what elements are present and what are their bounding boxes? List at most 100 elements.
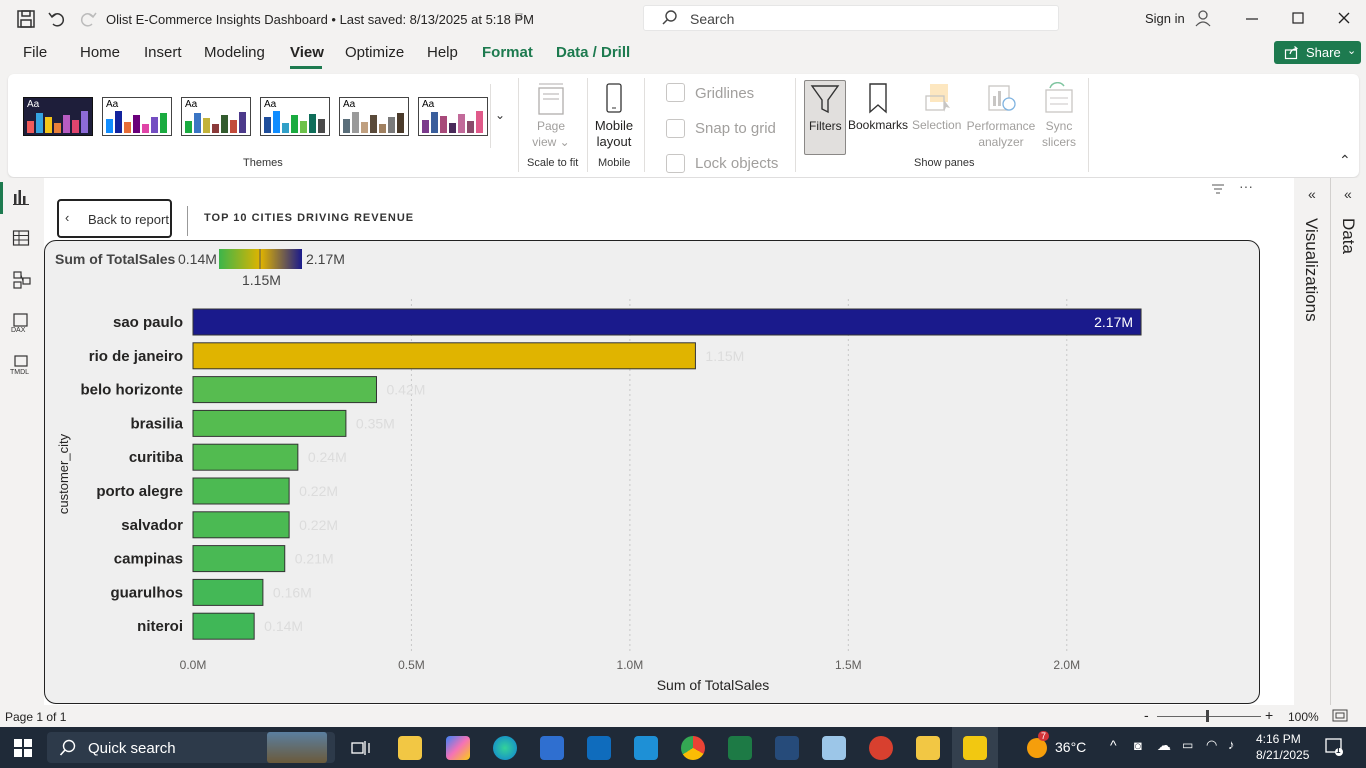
folder-app-icon[interactable] xyxy=(916,736,940,760)
zoom-slider-thumb[interactable] xyxy=(1206,710,1209,722)
excel-icon[interactable] xyxy=(728,736,752,760)
volume-icon[interactable]: ♪ xyxy=(1228,737,1235,752)
notepad-icon[interactable] xyxy=(822,736,846,760)
back-to-report-button[interactable]: ‹ Back to report xyxy=(57,199,172,238)
data-pane-tab[interactable]: Data xyxy=(1338,218,1358,254)
table-view-icon[interactable] xyxy=(12,229,30,247)
sync-slicers-button[interactable]: Sync slicers xyxy=(1036,80,1082,155)
clock-time[interactable]: 4:16 PM xyxy=(1256,732,1301,746)
data-label: 0.16M xyxy=(273,584,312,600)
close-icon[interactable] xyxy=(1336,10,1352,26)
filter-icon[interactable] xyxy=(1211,183,1225,195)
menu-file[interactable]: File xyxy=(23,44,47,61)
task-view-icon[interactable] xyxy=(351,739,371,757)
divider xyxy=(1088,78,1089,172)
chrome-icon[interactable] xyxy=(681,736,705,760)
dax-query-icon[interactable]: DAX xyxy=(10,312,32,334)
page-view-label: Page view xyxy=(532,119,566,149)
undo-icon[interactable] xyxy=(47,9,67,29)
search-icon xyxy=(59,739,76,756)
menu-optimize[interactable]: Optimize xyxy=(345,44,404,61)
zoom-slider[interactable] xyxy=(1157,716,1261,717)
show-panes-label: Show panes xyxy=(914,157,975,169)
maximize-icon[interactable] xyxy=(1290,10,1306,26)
page-view-button[interactable]: Page view ⌄ xyxy=(526,118,576,150)
menu-insert[interactable]: Insert xyxy=(144,44,182,61)
minimize-icon[interactable] xyxy=(1244,10,1260,26)
k-app-icon[interactable] xyxy=(634,736,658,760)
meet-now-icon[interactable]: ◙ xyxy=(1134,738,1142,753)
battery-icon[interactable]: ▭ xyxy=(1182,738,1193,752)
clock-date[interactable]: 8/21/2025 xyxy=(1256,748,1309,762)
zoom-level[interactable]: 100% xyxy=(1288,710,1319,724)
store-icon[interactable] xyxy=(540,736,564,760)
report-view-icon[interactable] xyxy=(12,188,30,206)
more-options-icon[interactable]: ··· xyxy=(1239,178,1253,194)
themes-more-button[interactable]: ⌄ xyxy=(490,84,508,148)
power-bi-icon[interactable] xyxy=(963,736,987,760)
chevron-up-icon[interactable]: ^ xyxy=(1110,737,1117,753)
lock-objects-checkbox[interactable] xyxy=(666,154,685,173)
menu-data-drill[interactable]: Data / Drill xyxy=(556,44,630,61)
bookmarks-button[interactable]: Bookmarks xyxy=(848,80,910,155)
divider xyxy=(644,78,645,172)
windows-start-icon[interactable] xyxy=(14,739,32,757)
bar-chart-visual[interactable]: Sum of TotalSales 0.14M 2.17M 1.15M 0.0M 0.5M… xyxy=(44,240,1260,704)
weather-icon[interactable] xyxy=(1027,738,1047,758)
edge-icon[interactable] xyxy=(493,736,517,760)
tmdl-view-icon[interactable]: TMDL xyxy=(9,354,33,376)
taskbar-search[interactable]: Quick search xyxy=(47,732,335,763)
chevron-down-icon[interactable]: ▽ xyxy=(515,12,523,23)
bar xyxy=(192,511,290,539)
file-explorer-icon[interactable] xyxy=(398,736,422,760)
share-button[interactable]: Share ⌄ xyxy=(1274,41,1361,64)
zoom-in-button[interactable]: + xyxy=(1265,707,1273,723)
title-bar: Olist E-Commerce Insights Dashboard • La… xyxy=(0,0,1366,38)
theme-swatch[interactable]: Aa xyxy=(181,97,251,136)
zoom-out-button[interactable]: - xyxy=(1144,707,1149,723)
gridlines-checkbox[interactable] xyxy=(666,83,685,102)
selection-button[interactable]: Selection xyxy=(910,80,966,155)
theme-swatch[interactable]: Aa xyxy=(102,97,172,136)
svg-text:DAX: DAX xyxy=(11,327,26,334)
save-icon[interactable] xyxy=(16,9,36,29)
search-icon xyxy=(662,10,677,25)
divider xyxy=(1330,178,1331,705)
theme-swatch[interactable]: Aa xyxy=(339,97,409,136)
search-input[interactable]: Search xyxy=(643,5,1059,31)
performance-analyzer-button[interactable]: Performance analyzer xyxy=(966,80,1036,155)
menu-help[interactable]: Help xyxy=(427,44,458,61)
data-label: 0.42M xyxy=(386,382,425,398)
document-title[interactable]: Olist E-Commerce Insights Dashboard • La… xyxy=(106,12,534,27)
model-view-icon[interactable] xyxy=(12,270,32,290)
bar xyxy=(192,477,290,505)
sign-in-link[interactable]: Sign in xyxy=(1145,11,1185,26)
copilot-icon[interactable] xyxy=(446,736,470,760)
snap-to-grid-checkbox[interactable] xyxy=(666,119,685,138)
theme-swatch[interactable]: Aa xyxy=(23,97,93,136)
mobile-layout-button[interactable]: Mobile layout xyxy=(590,118,638,150)
selection-label: Selection xyxy=(912,118,962,132)
temperature[interactable]: 36°C xyxy=(1055,739,1086,755)
user-avatar-icon[interactable] xyxy=(1194,9,1212,27)
expand-visualizations-icon[interactable]: « xyxy=(1308,186,1316,202)
data-label: 0.24M xyxy=(308,449,347,465)
menu-view[interactable]: View xyxy=(290,44,324,61)
menu-modeling[interactable]: Modeling xyxy=(204,44,265,61)
menu-format[interactable]: Format xyxy=(482,44,533,61)
taskbar: Quick search 7 36°C ^ ◙ ☁ ▭ ◠ ♪ 4:16 PM … xyxy=(0,727,1366,768)
theme-swatch[interactable]: Aa xyxy=(260,97,330,136)
menu-home[interactable]: Home xyxy=(80,44,120,61)
onedrive-icon[interactable]: ☁ xyxy=(1157,737,1171,754)
theme-swatch[interactable]: Aa xyxy=(418,97,488,136)
sql-app-icon[interactable] xyxy=(775,736,799,760)
outlook-icon[interactable] xyxy=(587,736,611,760)
expand-data-icon[interactable]: « xyxy=(1344,186,1352,202)
wifi-icon[interactable]: ◠ xyxy=(1206,737,1217,753)
data-label: 1.15M xyxy=(705,348,744,364)
fit-to-page-icon[interactable] xyxy=(1332,709,1348,722)
visualizations-pane-tab[interactable]: Visualizations xyxy=(1301,218,1321,322)
snipping-tool-icon[interactable] xyxy=(869,736,893,760)
collapse-ribbon-icon[interactable]: ⌃ xyxy=(1339,152,1351,169)
filters-button[interactable]: Filters xyxy=(804,80,846,155)
